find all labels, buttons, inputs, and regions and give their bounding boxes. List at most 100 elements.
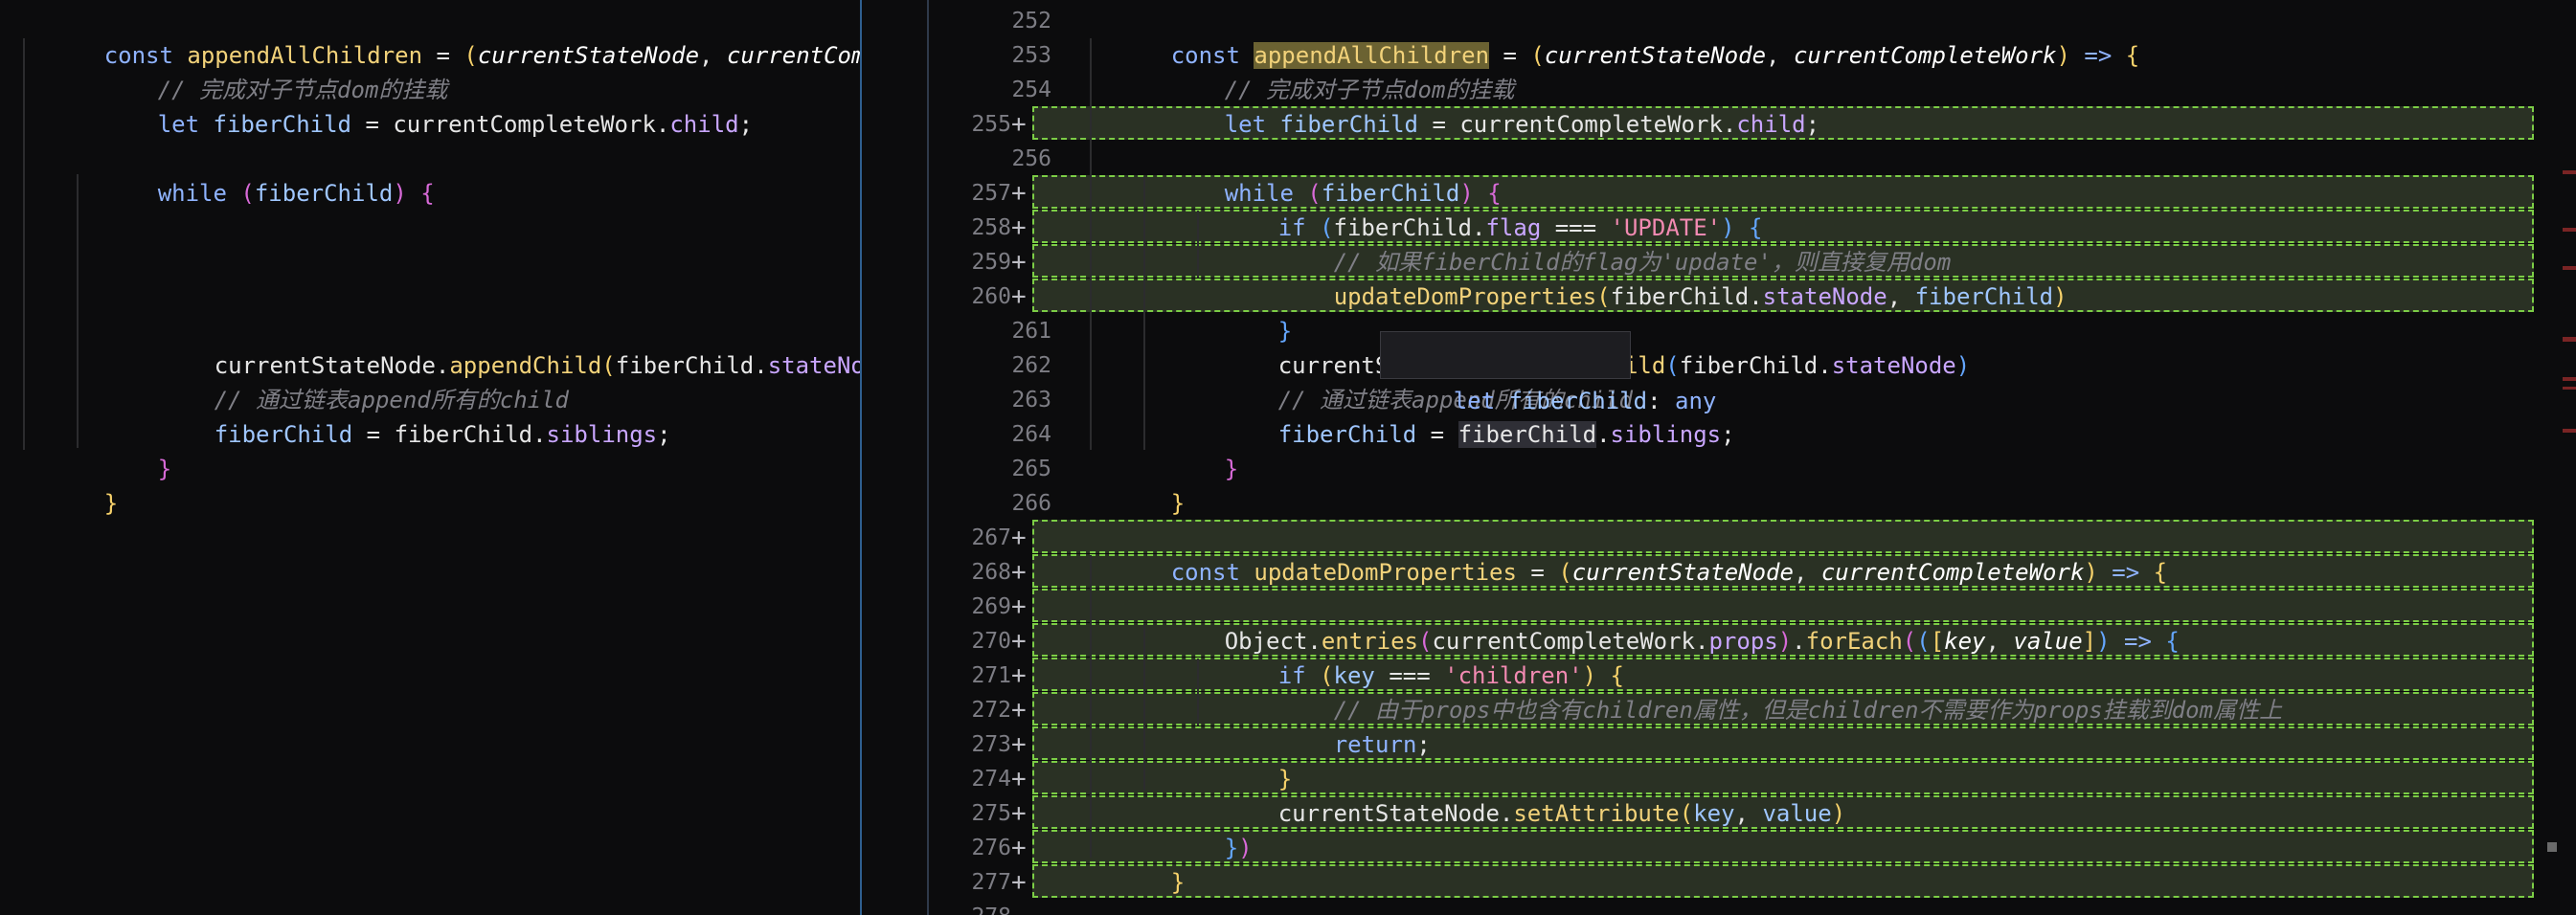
semicolon: ; [1721,421,1735,448]
arrow: => [2110,628,2166,655]
added-line-plus-icon: + [1011,282,1027,311]
code-line[interactable]: let fiberChild = currentCompleteWork.chi… [75,73,753,138]
identifier: currentCompleteWork [1459,111,1723,138]
line-number: 260 [971,284,1011,309]
overview-ruler-mark [2563,387,2576,390]
identifier-hovered[interactable]: fiberChild [1457,421,1597,448]
line-number: 263 [1011,388,1051,413]
added-line-plus-icon: + [1011,179,1027,208]
overview-ruler-mark [2563,337,2576,342]
semicolon: ; [1416,731,1431,758]
keyword: const [1170,559,1254,586]
paren: ( [1665,352,1680,379]
keyword: let [157,111,214,138]
added-line-plus-icon: + [1011,730,1027,759]
identifier: fiberChild [1679,352,1819,379]
variable: fiberChild [254,180,394,207]
code-line[interactable]: } [1141,417,1238,482]
overview-ruler-mark [2563,429,2576,433]
semicolon: ; [657,421,671,448]
diff-gutter [862,0,927,915]
comma: , [1766,42,1794,69]
brace: } [103,490,119,517]
line-number: 267 [971,525,1011,550]
identifier: fiberChild [615,352,755,379]
added-line-plus-icon: + [1011,627,1027,656]
code-line[interactable]: while (fiberChild) { [1141,142,1502,207]
comma: , [1734,800,1763,827]
code-line[interactable]: const appendAllChildren = (currentStateN… [1088,4,2139,69]
code-line[interactable]: while (fiberChild) { [75,142,435,207]
identifier: fiberChild [1610,283,1750,310]
code-line[interactable]: } [1195,727,1292,792]
variable: key [1693,800,1735,827]
paren: ) [1238,835,1253,861]
code-line[interactable]: // 完成对子节点dom的挂载 [75,38,448,103]
code-line[interactable]: const updateDomProperties = (currentStat… [1088,521,2167,586]
operator: = [1516,559,1559,586]
dot: . [1499,800,1514,827]
paren: ( [463,42,478,69]
code-line[interactable]: currentStateNode.appendChild(fiberChild.… [131,314,860,379]
line-number: 253 [1011,43,1051,68]
left-editor-pane[interactable]: const appendAllChildren = (currentStateN… [0,0,860,915]
code-line[interactable]: } [1195,279,1292,345]
comment: // 由于props中也含有children属性，但是children不需要作为… [1333,697,2283,724]
brace: } [1224,835,1239,861]
code-line[interactable]: fiberChild = fiberChild.siblings; [131,383,671,448]
code-line[interactable]: const appendAllChildren = (currentStateN… [21,4,860,69]
line-number: 256 [1011,146,1051,171]
parameter: currentCompleteWork [1820,559,2085,586]
variable: fiberChild [213,111,352,138]
overview-ruler-mark [2563,377,2576,381]
added-line-highlight [1032,864,2534,898]
keyword: while [157,180,241,207]
editor-window: const appendAllChildren = (currentStateN… [0,0,2576,915]
added-line-highlight [1032,830,2534,863]
code-line[interactable]: if (key === 'children') { [1195,624,1624,689]
code-line[interactable]: let fiberChild = currentCompleteWork.chi… [1141,73,1819,138]
code-line[interactable]: } [1088,831,1185,896]
function-name: updateDomProperties [1254,559,1517,586]
added-line-plus-icon: + [1011,834,1027,862]
code-line[interactable]: Object.entries(currentCompleteWork.props… [1141,590,2180,655]
code-line[interactable]: // 由于props中也含有children属性，但是children不需要作为… [1251,658,2282,724]
added-line-plus-icon: + [1011,799,1027,828]
code-line[interactable]: currentStateNode.setAttribute(key, value… [1195,762,1845,827]
line-number: 271 [971,663,1011,688]
paren: ( [1530,42,1545,69]
code-line[interactable]: } [1088,452,1185,517]
keyword: let [1224,111,1280,138]
code-line[interactable]: } [75,417,171,482]
code-line[interactable]: return; [1251,693,1431,758]
right-editor-pane[interactable]: 252 253 254 255 256 257 258 259 260 261 … [929,0,2576,915]
line-number: 274 [971,767,1011,792]
line-number: 270 [971,629,1011,654]
semicolon: ; [1805,111,1820,138]
tooltip-colon: : [1647,388,1675,414]
keyword: return [1333,731,1417,758]
code-line[interactable]: } [21,452,118,517]
dot: . [754,352,768,379]
code-line[interactable]: if (fiberChild.flag === 'UPDATE') { [1195,176,1763,241]
code-line[interactable]: // 完成对子节点dom的挂载 [1141,38,1515,103]
function-call: updateDomProperties [1333,283,1597,310]
line-number: 265 [1011,457,1051,481]
line-number: 257 [971,181,1011,206]
line-number: 275 [971,801,1011,826]
code-line[interactable]: // 通过链表append所有的child [131,348,569,413]
line-number: 258 [971,215,1011,240]
paren: ( [1596,283,1611,310]
arrow: => [2097,559,2154,586]
paren: ( [240,180,255,207]
code-line[interactable]: updateDomProperties(fiberChild.stateNode… [1251,245,2068,310]
property: props [1708,628,1778,655]
paren: ( [1902,628,1917,655]
code-line[interactable]: }) [1141,796,1253,861]
property: siblings [546,421,658,448]
semicolon: ; [738,111,754,138]
scrollbar-marker[interactable] [2547,842,2557,852]
code-line[interactable]: // 如果fiberChild的flag为'update'，则直接复用dom [1251,211,1952,276]
parameter: currentStateNode [1571,559,1794,586]
property: stateNode [767,352,860,379]
